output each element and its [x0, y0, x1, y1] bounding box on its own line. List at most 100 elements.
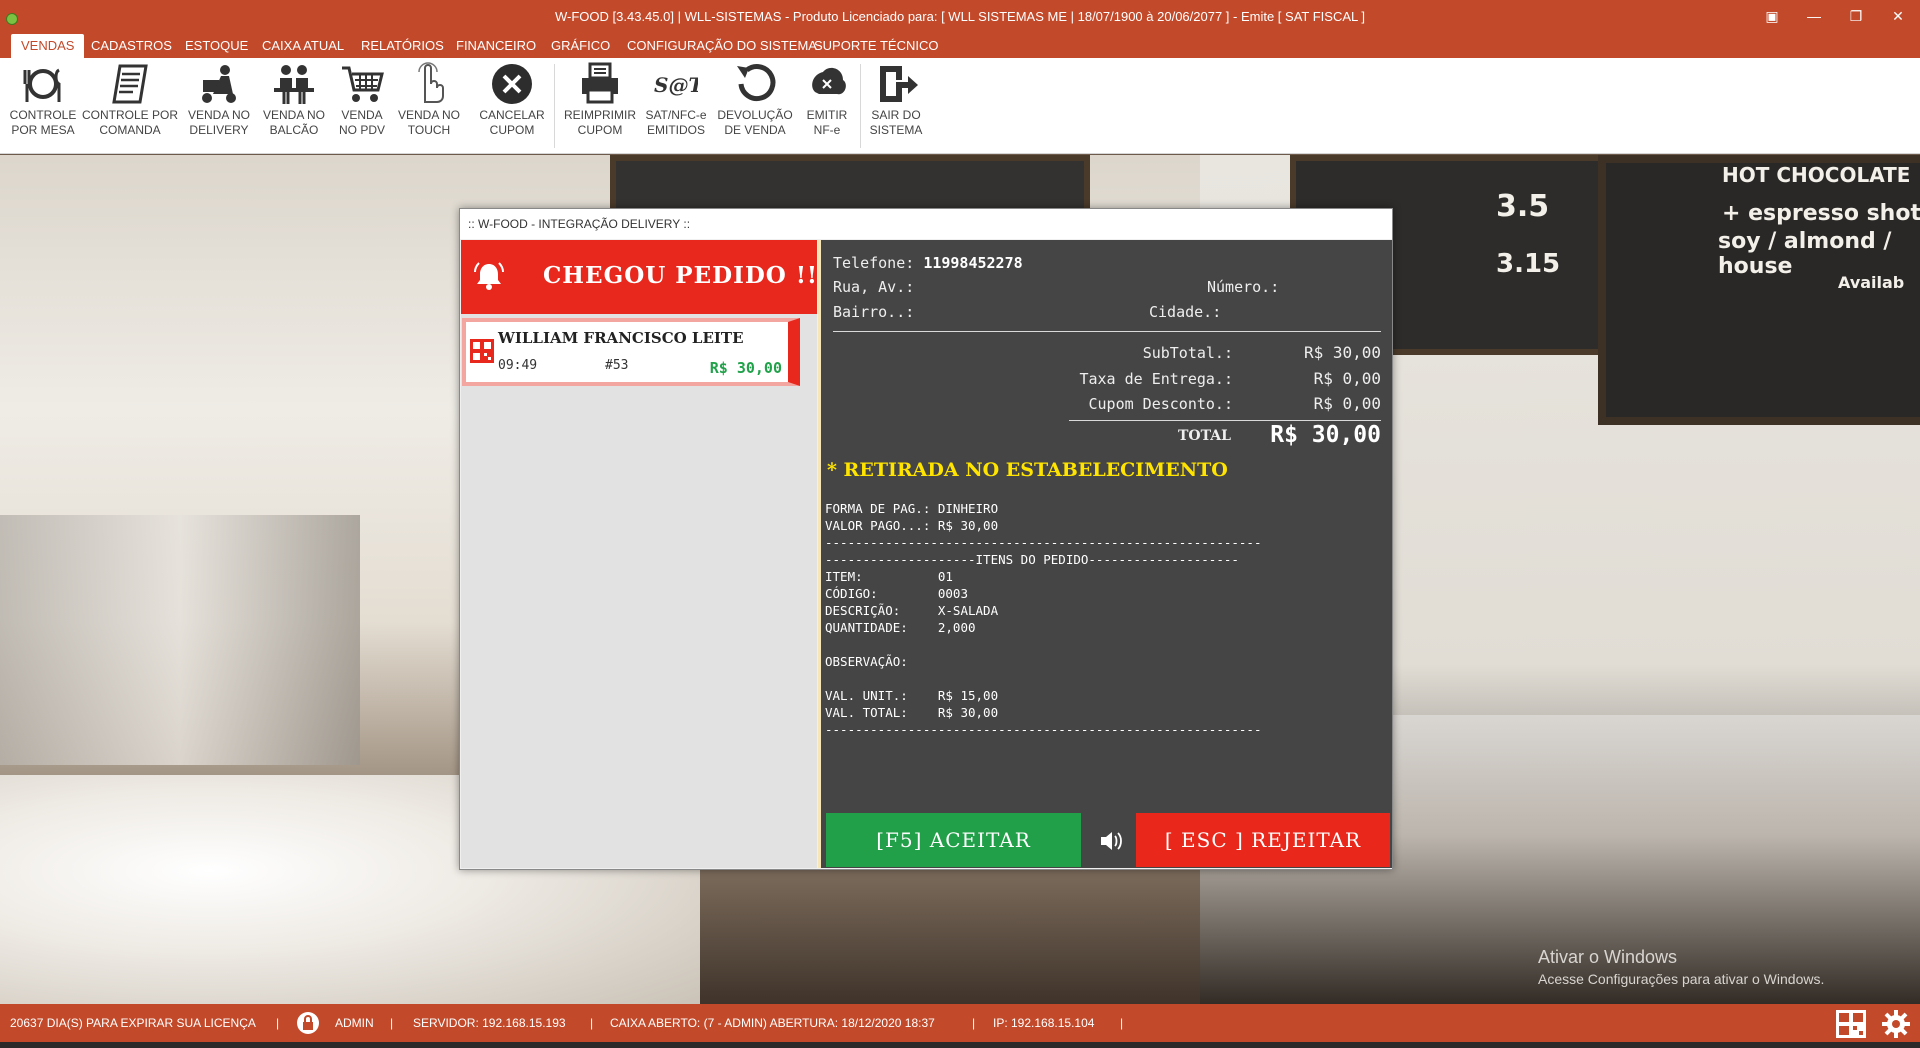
status-bar: 20637 DIA(S) PARA EXPIRAR SUA LICENÇA | … [0, 1004, 1920, 1042]
button-label-line1: REIMPRIMIR [564, 108, 636, 122]
board-price: 3.5 [1496, 189, 1550, 224]
button-label-line2: NO PDV [338, 123, 385, 137]
order-receipt-text: FORMA DE PAG.: DINHEIRO VALOR PAGO...: R… [825, 501, 1262, 737]
qr-code-icon[interactable] [1836, 1010, 1866, 1038]
tab-configuracao[interactable]: CONFIGURAÇÃO DO SISTEMA [617, 34, 827, 58]
server-status: SERVIDOR: 192.168.15.193 [413, 1016, 566, 1030]
button-label-line1: SAT/NFC-e [645, 108, 707, 122]
delivery-fee-value: R$ 0,00 [1313, 369, 1381, 388]
menu-bar: VENDAS CADASTROS ESTOQUE CAIXA ATUAL REL… [0, 34, 1920, 58]
windows-activation-title: Ativar o Windows [1538, 947, 1678, 967]
lock-icon-glyph [303, 1015, 313, 1030]
ip-status: IP: 192.168.15.104 [993, 1016, 1095, 1030]
button-label-line1: VENDA NO [398, 108, 461, 122]
return-arrow-icon [737, 64, 776, 102]
delivery-integration-dialog: :: W-FOOD - INTEGRAÇÃO DELIVERY :: CHEGO… [459, 208, 1393, 870]
close-icon[interactable]: ✕ [1886, 6, 1910, 26]
discount-value: R$ 0,00 [1313, 394, 1381, 413]
controle-por-mesa-button[interactable]: CONTROLE POR MESA [10, 62, 76, 148]
sair-sistema-button[interactable]: SAIR DO SISTEMA [868, 62, 924, 148]
details-divider [833, 331, 1381, 332]
devolucao-venda-button[interactable]: DEVOLUÇÃO DE VENDA [717, 62, 793, 148]
board-line: + espresso shot [1722, 201, 1920, 226]
window-title: W-FOOD [3.43.45.0] | WLL-SISTEMAS - Prod… [555, 9, 1365, 24]
cashier-status: CAIXA ABERTO: (7 - ADMIN) ABERTURA: 18/1… [610, 1016, 935, 1030]
status-separator: | [390, 1016, 394, 1030]
orders-list-pane: CHEGOU PEDIDO !!! WILLIAM FRANCISCO LEIT… [461, 240, 828, 868]
button-label-line2: BALCÃO [269, 123, 319, 137]
button-label-line2: CUPOM [489, 123, 535, 137]
window-controls: ▣ — ❐ ✕ [1760, 6, 1910, 26]
phone-value: 11998452278 [923, 254, 1023, 272]
printer-icon [582, 62, 618, 104]
ribbon-separator [860, 64, 861, 148]
menu-board: HOT CHOCOLATE + espresso shot soy / almo… [1598, 155, 1920, 425]
board-price: 3.15 [1496, 249, 1561, 279]
venda-balcao-button[interactable]: VENDA NO BALCÃO [262, 62, 326, 148]
cancelar-cupom-button[interactable]: CANCELAR CUPOM [478, 62, 546, 148]
venda-pdv-button[interactable]: VENDA NO PDV [336, 62, 388, 148]
tab-vendas[interactable]: VENDAS [11, 34, 85, 58]
button-label-line1: DEVOLUÇÃO [717, 108, 793, 122]
phone-label: Telefone: [833, 254, 915, 272]
menu-board [610, 155, 1090, 215]
tab-estoque[interactable]: ESTOQUE [175, 34, 258, 58]
title-bar: W-FOOD [3.43.45.0] | WLL-SISTEMAS - Prod… [0, 0, 1920, 34]
delivery-scooter-icon [202, 65, 236, 103]
button-label-line2: POR MESA [11, 123, 75, 137]
background-glasses [0, 515, 360, 765]
number-label: Número.: [1207, 278, 1280, 296]
sat-logo-text: S@T [654, 73, 698, 97]
lock-icon[interactable] [297, 1012, 319, 1034]
button-label-line1: CONTROLE POR [82, 108, 179, 122]
venda-delivery-button[interactable]: VENDA NO DELIVERY [186, 62, 252, 148]
button-label-line1: SAIR DO [871, 108, 921, 122]
tab-financeiro[interactable]: FINANCEIRO [446, 34, 546, 58]
restore-layout-icon[interactable]: ▣ [1760, 6, 1784, 26]
button-label-line1: CANCELAR [479, 108, 545, 122]
controle-por-comanda-button[interactable]: CONTROLE POR COMANDA [82, 62, 178, 148]
tab-suporte[interactable]: SUPORTE TÉCNICO [804, 34, 948, 58]
button-label-line1: VENDA NO [262, 108, 325, 122]
table-dining-icon [23, 68, 61, 102]
exit-door-icon [880, 66, 918, 102]
city-label: Cidade.: [1149, 303, 1222, 321]
button-label-line2: SISTEMA [869, 123, 923, 137]
order-list-item[interactable]: WILLIAM FRANCISCO LEITE 09:49 #53 R$ 30,… [462, 318, 800, 386]
tab-caixa-atual[interactable]: CAIXA ATUAL [252, 34, 354, 58]
volume-icon[interactable] [1099, 830, 1123, 852]
delivery-fee-label: Taxa de Entrega.: [1079, 370, 1233, 388]
gear-icon[interactable] [1882, 1010, 1910, 1038]
button-label-line2: TOUCH [407, 123, 451, 137]
total-label: TOTAL [1178, 428, 1231, 444]
tab-relatorios[interactable]: RELATÓRIOS [351, 34, 454, 58]
dialog-title: :: W-FOOD - INTEGRAÇÃO DELIVERY :: [460, 209, 1392, 239]
tab-grafico[interactable]: GRÁFICO [541, 34, 620, 58]
emitir-nfe-button[interactable]: EMITIR NF-e [802, 62, 852, 148]
pickup-notice: * RETIRADA NO ESTABELECIMENTO [827, 459, 1228, 481]
discount-label: Cupom Desconto.: [1088, 395, 1234, 413]
venda-touch-button[interactable]: VENDA NO TOUCH [398, 62, 460, 148]
bell-icon [474, 262, 504, 290]
current-user: ADMIN [335, 1016, 374, 1030]
sat-logo-icon: S@T [654, 73, 698, 97]
sat-nfce-emitidos-button[interactable]: S@T SAT/NFC-eEMITIDOS [643, 62, 709, 148]
status-separator: | [276, 1016, 280, 1030]
cancel-circle-icon [492, 64, 532, 104]
status-separator: | [972, 1016, 976, 1030]
taskbar-strip [0, 1042, 1920, 1048]
button-label-line2: DELIVERY [189, 123, 249, 137]
minimize-icon[interactable]: — [1802, 6, 1826, 26]
accept-order-button[interactable]: [F5] ACEITAR [826, 813, 1081, 867]
shopping-cart-icon [342, 66, 384, 102]
street-label: Rua, Av.: [833, 278, 915, 296]
reject-order-button[interactable]: [ ESC ] REJEITAR [1136, 813, 1390, 867]
button-label-line1: CONTROLE [9, 108, 77, 122]
tab-cadastros[interactable]: CADASTROS [81, 34, 182, 58]
maximize-icon[interactable]: ❐ [1844, 6, 1868, 26]
nfe-icon [812, 67, 846, 95]
button-label-line2: COMANDA [99, 123, 161, 137]
reimprimir-cupom-button[interactable]: REIMPRIMIR CUPOM [564, 62, 636, 148]
button-label-line2: DE VENDA [724, 123, 786, 137]
button-label-line2: CUPOM [577, 123, 623, 137]
